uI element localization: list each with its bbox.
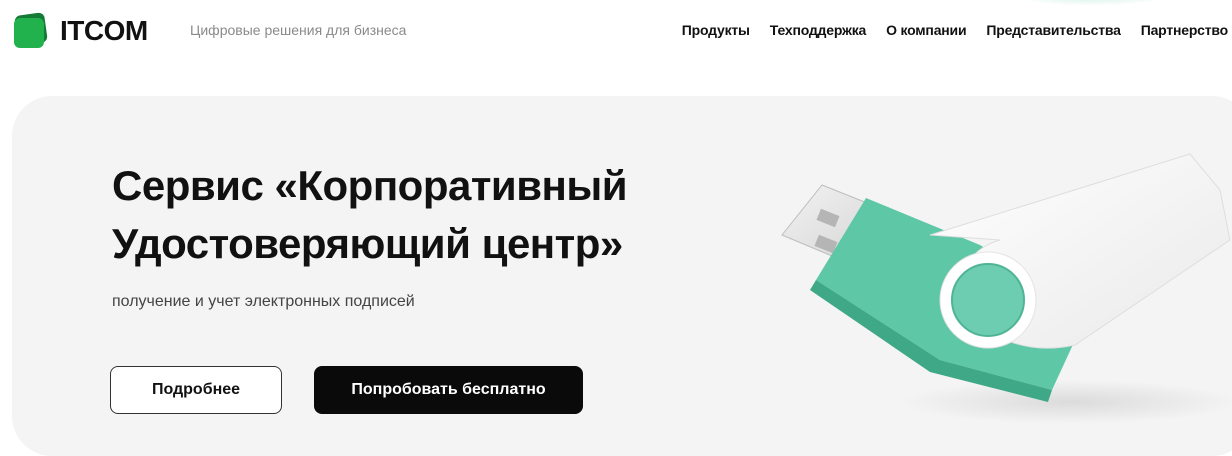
logo-icon (14, 12, 48, 48)
usb-token-illustration (781, 153, 1232, 424)
nav-item-offices[interactable]: Представительства (986, 22, 1121, 38)
try-free-button[interactable]: Попробовать бесплатно (314, 366, 583, 414)
nav-item-support[interactable]: Техподдержка (770, 22, 867, 38)
nav-item-partnership[interactable]: Партнерство (1141, 22, 1228, 38)
hero-subtitle: получение и учет электронных подписей (112, 293, 415, 310)
hero-title-line1: Сервис «Корпоративный (112, 162, 628, 209)
main-nav: Продукты Техподдержка О компании Предста… (682, 22, 1228, 38)
logo[interactable]: ITCOM (12, 12, 148, 50)
logo-text: ITCOM (60, 15, 148, 46)
site-header: ITCOM Цифровые решения для бизнеса Проду… (0, 0, 1232, 62)
more-button[interactable]: Подробнее (110, 366, 282, 414)
tagline: Цифровые решения для бизнеса (190, 22, 407, 38)
nav-item-about[interactable]: О компании (886, 22, 966, 38)
decorative-glow (1012, 0, 1172, 6)
nav-item-products[interactable]: Продукты (682, 22, 750, 38)
hero-title: Сервис «Корпоративный Удостоверяющий цен… (112, 157, 672, 273)
hero-title-line2: Удостоверяющий центр» (112, 220, 623, 267)
